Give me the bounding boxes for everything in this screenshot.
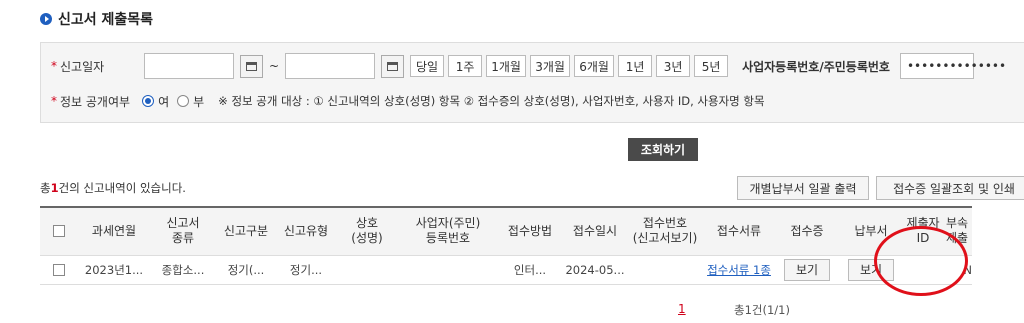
cell-payment: 보기 xyxy=(838,255,904,285)
receipt-bulk-print-button[interactable]: 접수증 일괄조회 및 인쇄 xyxy=(876,176,1024,200)
public-label: 정보 공개여부 xyxy=(60,94,131,109)
pager-total: 총1건(1/1) xyxy=(734,303,790,317)
cell-period: 2023년1... xyxy=(78,255,150,285)
period-button-1year[interactable]: 1년 xyxy=(618,55,653,77)
payment-view-button[interactable]: 보기 xyxy=(848,258,894,281)
period-button-1month[interactable]: 1개월 xyxy=(486,55,527,77)
cell-attach: N xyxy=(942,255,972,285)
header-regno: 사업자(주민) 등록번호 xyxy=(398,206,498,256)
receipt-view-button[interactable]: 보기 xyxy=(784,258,830,281)
header-method: 접수방법 xyxy=(498,206,562,256)
period-button-3month[interactable]: 3개월 xyxy=(530,55,571,77)
public-row: * 정보 공개여부 여 부 ※ 정보 공개 대상 : ① 신고내역의 상호(성명… xyxy=(41,88,765,114)
calendar-icon[interactable] xyxy=(240,54,263,78)
bizno-input[interactable]: •••••••••••••• xyxy=(899,53,1006,79)
period-button-today[interactable]: 당일 xyxy=(410,55,445,77)
count-prefix: 총 xyxy=(40,181,51,195)
search-panel: * 신고일자 ~ 당일 1주 1개월 3개월 6개월 1년 3년 5년 사업자등… xyxy=(40,42,1024,123)
bulk-payment-print-button[interactable]: 개별납부서 일괄 출력 xyxy=(737,176,869,200)
page-title: 신고서 제출목록 xyxy=(58,12,154,28)
cell-method: 인터... xyxy=(498,255,562,285)
radio-no-label: 부 xyxy=(193,94,205,109)
cell-name xyxy=(336,255,398,285)
select-all-checkbox[interactable] xyxy=(53,225,65,238)
header-receipt: 접수증 xyxy=(776,206,838,256)
header-datetime: 접수일시 xyxy=(562,206,628,256)
bullet-icon xyxy=(40,13,52,25)
start-date-input[interactable] xyxy=(144,53,234,79)
calendar-icon[interactable] xyxy=(381,54,405,78)
cell-division: 정기(... xyxy=(216,255,276,285)
cell-regno xyxy=(398,255,498,285)
count-number: 1 xyxy=(50,181,59,195)
date-label: 신고일자 xyxy=(60,59,105,74)
period-button-3year[interactable]: 3년 xyxy=(656,55,691,77)
header-division: 신고구분 xyxy=(216,206,276,256)
cell-receipt: 보기 xyxy=(776,255,838,285)
header-payment: 납부서 xyxy=(838,206,904,256)
bizno-label: 사업자등록번호/주민등록번호 xyxy=(742,59,890,74)
header-attach: 부속 제출 xyxy=(942,206,972,256)
radio-yes-label: 여 xyxy=(158,94,170,109)
header-period: 과세연월 xyxy=(78,206,150,256)
cell-submitter xyxy=(904,255,942,285)
result-table: 과세연월 신고서 종류 신고구분 신고유형 상호 (성명) 사업자(주민) 등록번호 … xyxy=(40,206,972,285)
period-button-5year[interactable]: 5년 xyxy=(694,55,729,77)
docs-link[interactable]: 접수서류 1종 xyxy=(707,263,771,277)
period-button-6month[interactable]: 6개월 xyxy=(574,55,615,77)
header-name: 상호 (성명) xyxy=(336,206,398,256)
table-header-row: 과세연월 신고서 종류 신고구분 신고유형 상호 (성명) 사업자(주민) 등록번호 … xyxy=(40,206,972,256)
cell-datetime: 2024-05... xyxy=(562,255,628,285)
public-notice: ※ 정보 공개 대상 : ① 신고내역의 상호(성명) 항목 ② 접수증의 상호… xyxy=(218,94,765,108)
date-separator: ~ xyxy=(269,59,280,73)
pager-page-1[interactable]: 1 xyxy=(678,302,686,316)
required-mark: * xyxy=(51,59,57,73)
cell-docs: 접수서류 1종 xyxy=(702,255,776,285)
query-button[interactable]: 조회하기 xyxy=(628,138,698,161)
result-count: 총 1 건의 신고내역이 있습니다. xyxy=(40,180,186,196)
row-checkbox-cell[interactable] xyxy=(40,255,78,285)
cell-kind: 종합소... xyxy=(150,255,216,285)
period-button-1week[interactable]: 1주 xyxy=(448,55,483,77)
header-type: 신고유형 xyxy=(276,206,336,256)
header-submitter: 제출자 ID xyxy=(904,206,942,256)
header-kind: 신고서 종류 xyxy=(150,206,216,256)
table-row: 2023년1... 종합소... 정기(... 정기... 인터... 2024… xyxy=(40,255,972,285)
header-receipt-no: 접수번호 (신고서보기) xyxy=(628,206,702,256)
radio-no[interactable]: 부 xyxy=(177,93,204,110)
radio-checked-icon[interactable] xyxy=(142,95,155,107)
page-title-bar: 신고서 제출목록 xyxy=(40,8,153,30)
end-date-input[interactable] xyxy=(285,53,376,79)
radio-yes[interactable]: 여 xyxy=(142,93,169,110)
radio-unchecked-icon[interactable] xyxy=(177,95,190,107)
header-checkbox-cell[interactable] xyxy=(40,206,78,256)
header-docs: 접수서류 xyxy=(702,206,776,256)
cell-receipt-no[interactable] xyxy=(628,255,702,285)
cell-type: 정기... xyxy=(276,255,336,285)
row-checkbox[interactable] xyxy=(53,264,65,276)
date-row: * 신고일자 ~ 당일 1주 1개월 3개월 6개월 1년 3년 5년 사업자등… xyxy=(41,53,1006,79)
required-mark: * xyxy=(51,94,57,108)
count-suffix: 건의 신고내역이 있습니다. xyxy=(58,181,186,195)
